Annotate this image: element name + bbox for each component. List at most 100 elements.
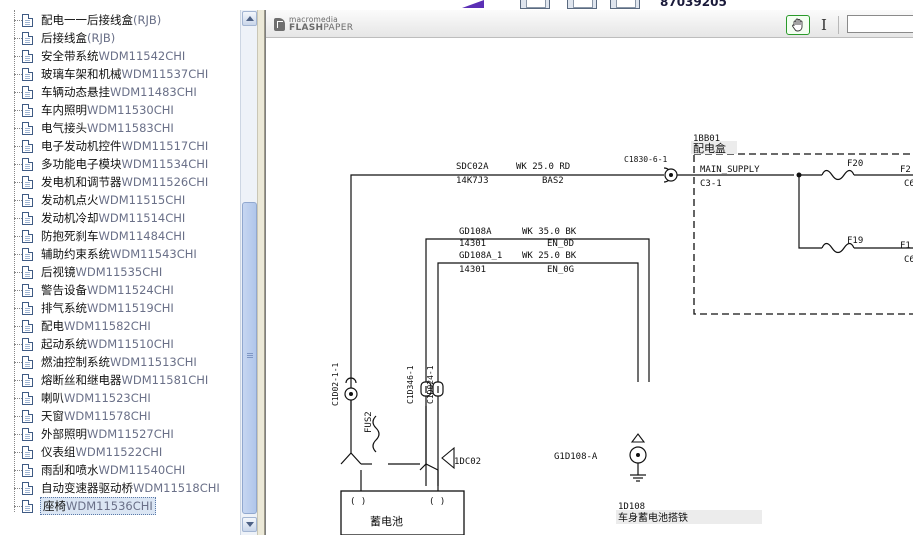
- tree-item[interactable]: 配电一一后接线盒(RJB): [14, 11, 240, 29]
- window-button-3[interactable]: [610, 0, 640, 9]
- tree-item-label: 电气接头WDM11583CHI: [41, 121, 174, 135]
- main-supply-label: MAIN_SUPPLY: [700, 165, 760, 175]
- tree-branch-line: [14, 199, 22, 201]
- window-button-2[interactable]: [567, 0, 597, 9]
- tree-item-label: 起动系统WDM11510CHI: [41, 337, 174, 351]
- tree-item[interactable]: 电子发动机控件WDM11517CHI: [14, 137, 240, 155]
- tree-item[interactable]: 配电WDM11582CHI: [14, 317, 240, 335]
- tree-item[interactable]: 发电机和调节器WDM11526CHI: [14, 173, 240, 191]
- connector-c1d024-label: C1D024-1: [426, 365, 435, 404]
- ground-name-label: 车身蓄电池搭铁: [618, 511, 688, 524]
- tree-item[interactable]: 喇叭WDM11523CHI: [14, 389, 240, 407]
- connector-c1d02-label: C1D02-1-1: [331, 362, 340, 406]
- document-icon: [22, 409, 33, 423]
- tree-item-label: 发电机和调节器WDM11526CHI: [41, 175, 209, 189]
- tree-item[interactable]: 自动变速器驱动桥WDM11518CHI: [14, 479, 240, 497]
- tree-branch-line: [14, 55, 22, 57]
- wiring-diagram-svg: 1BB01 C1830-6-1 SDC02A WK 25.0 RD 14K7J3…: [331, 134, 913, 535]
- tree-item[interactable]: 座椅WDM11536CHI: [14, 497, 240, 515]
- tree-item-label: 发动机点火WDM11515CHI: [41, 193, 186, 207]
- tree-item[interactable]: 排气系统WDM11519CHI: [14, 299, 240, 317]
- tree-item[interactable]: 电气接头WDM11583CHI: [14, 119, 240, 137]
- scroll-down-button[interactable]: [242, 517, 257, 532]
- ground-right-label: G1D108-A: [554, 452, 598, 462]
- tree-item-label: 排气系统WDM11519CHI: [41, 301, 174, 315]
- tree-item[interactable]: 防抱死刹车WDM11484CHI: [14, 227, 240, 245]
- document-icon: [22, 121, 33, 135]
- tree-item[interactable]: 车内照明WDM11530CHI: [14, 101, 240, 119]
- tree-scrollbar[interactable]: [240, 10, 257, 535]
- tree-item[interactable]: 外部照明WDM11527CHI: [14, 425, 240, 443]
- hand-icon: [792, 18, 803, 32]
- tree-item[interactable]: 发动机点火WDM11515CHI: [14, 191, 240, 209]
- brand-bottom-text: FLASHPAPER: [289, 24, 353, 33]
- chevron-up-icon: [245, 16, 254, 21]
- battery-minus-label: ( ): [429, 497, 445, 507]
- tree-item-label: 发动机冷却WDM11514CHI: [41, 211, 186, 225]
- tree-item[interactable]: 车辆动态悬挂WDM11483CHI: [14, 83, 240, 101]
- wire-gd108a-1: [437, 262, 639, 486]
- document-icon: [22, 67, 33, 81]
- scroll-thumb[interactable]: [242, 202, 257, 514]
- tree-item[interactable]: 警告设备WDM11524CHI: [14, 281, 240, 299]
- document-icon: [22, 85, 33, 99]
- tree-item[interactable]: 熔断丝和继电器WDM11581CHI: [14, 371, 240, 389]
- tree-branch-line: [14, 361, 22, 363]
- document-icon: [22, 445, 33, 459]
- document-icon: [22, 139, 33, 153]
- fuse-fus2-label: FUS2: [364, 411, 374, 433]
- tree-branch-line: [14, 307, 22, 309]
- purple-arrow-icon: [462, 0, 484, 8]
- tree-item[interactable]: 后视镜WDM11535CHI: [14, 263, 240, 281]
- tree-branch-line: [14, 91, 22, 93]
- scroll-up-button[interactable]: [242, 11, 257, 26]
- ground-marker-icon: [441, 446, 455, 470]
- tree-item-label: 警告设备WDM11524CHI: [41, 283, 174, 297]
- hand-tool-button[interactable]: [786, 15, 810, 35]
- document-icon: [22, 103, 33, 117]
- right-f20-bottom-label: C6: [904, 179, 913, 189]
- tree-item-label: 仪表组WDM11522CHI: [41, 445, 163, 459]
- tree-item[interactable]: 起动系统WDM11510CHI: [14, 335, 240, 353]
- tree-item[interactable]: 后接线盒(RJB): [14, 29, 240, 47]
- tree-item[interactable]: 多功能电子模块WDM11534CHI: [14, 155, 240, 173]
- viewer-toolbar: macromedia FLASHPAPER I: [266, 10, 913, 38]
- tree-item[interactable]: 玻璃车架和机械WDM11537CHI: [14, 65, 240, 83]
- document-icon: [22, 391, 33, 405]
- tree-item-label: 后视镜WDM11535CHI: [41, 265, 163, 279]
- viewer-search-input[interactable]: [847, 15, 913, 33]
- document-icon: [22, 337, 33, 351]
- tree-item-label: 多功能电子模块WDM11534CHI: [41, 157, 209, 171]
- battery-plus-label: ( ): [350, 497, 366, 507]
- tree-item[interactable]: 安全带系统WDM11542CHI: [14, 47, 240, 65]
- wire-sdc02a: [350, 174, 664, 410]
- window-button-1[interactable]: [520, 0, 550, 9]
- tree-item-label: 座椅WDM11536CHI: [40, 497, 156, 515]
- tree-item[interactable]: 天窗WDM11578CHI: [14, 407, 240, 425]
- tree-item-label: 后接线盒(RJB): [41, 31, 116, 45]
- tree-item-label: 车内照明WDM11530CHI: [41, 103, 174, 117]
- tree-item-label: 外部照明WDM11527CHI: [41, 427, 174, 441]
- box-name-label: 配电盒: [693, 141, 726, 155]
- fuse-f20-label: F20: [847, 159, 863, 169]
- tree-item-label: 玻璃车架和机械WDM11537CHI: [41, 67, 209, 81]
- wire3-circuit: EN_0G: [547, 265, 574, 275]
- tree-branch-line: [14, 37, 22, 39]
- tree-branch-line: [14, 181, 22, 183]
- wire1-code: 14K7J3: [456, 176, 489, 186]
- pane-splitter[interactable]: [257, 10, 265, 535]
- tree-item[interactable]: 雨刮和喷水WDM11540CHI: [14, 461, 240, 479]
- document-icon: [22, 481, 33, 495]
- tree-item[interactable]: 仪表组WDM11522CHI: [14, 443, 240, 461]
- tree-item[interactable]: 发动机冷却WDM11514CHI: [14, 209, 240, 227]
- tree-item-label: 配电一一后接线盒(RJB): [41, 13, 162, 27]
- tree-item[interactable]: 燃油控制系统WDM11513CHI: [14, 353, 240, 371]
- tree-branch-line: [14, 397, 22, 399]
- text-select-tool-button[interactable]: I: [817, 15, 831, 35]
- tree-branch-line: [14, 109, 22, 111]
- tree-item[interactable]: 辅助约束系统WDM11543CHI: [14, 245, 240, 263]
- wire-mid-branch: [419, 463, 439, 471]
- right-f20-top-label: F2: [900, 165, 911, 175]
- document-icon: [22, 463, 33, 477]
- tree-branch-line: [14, 289, 22, 291]
